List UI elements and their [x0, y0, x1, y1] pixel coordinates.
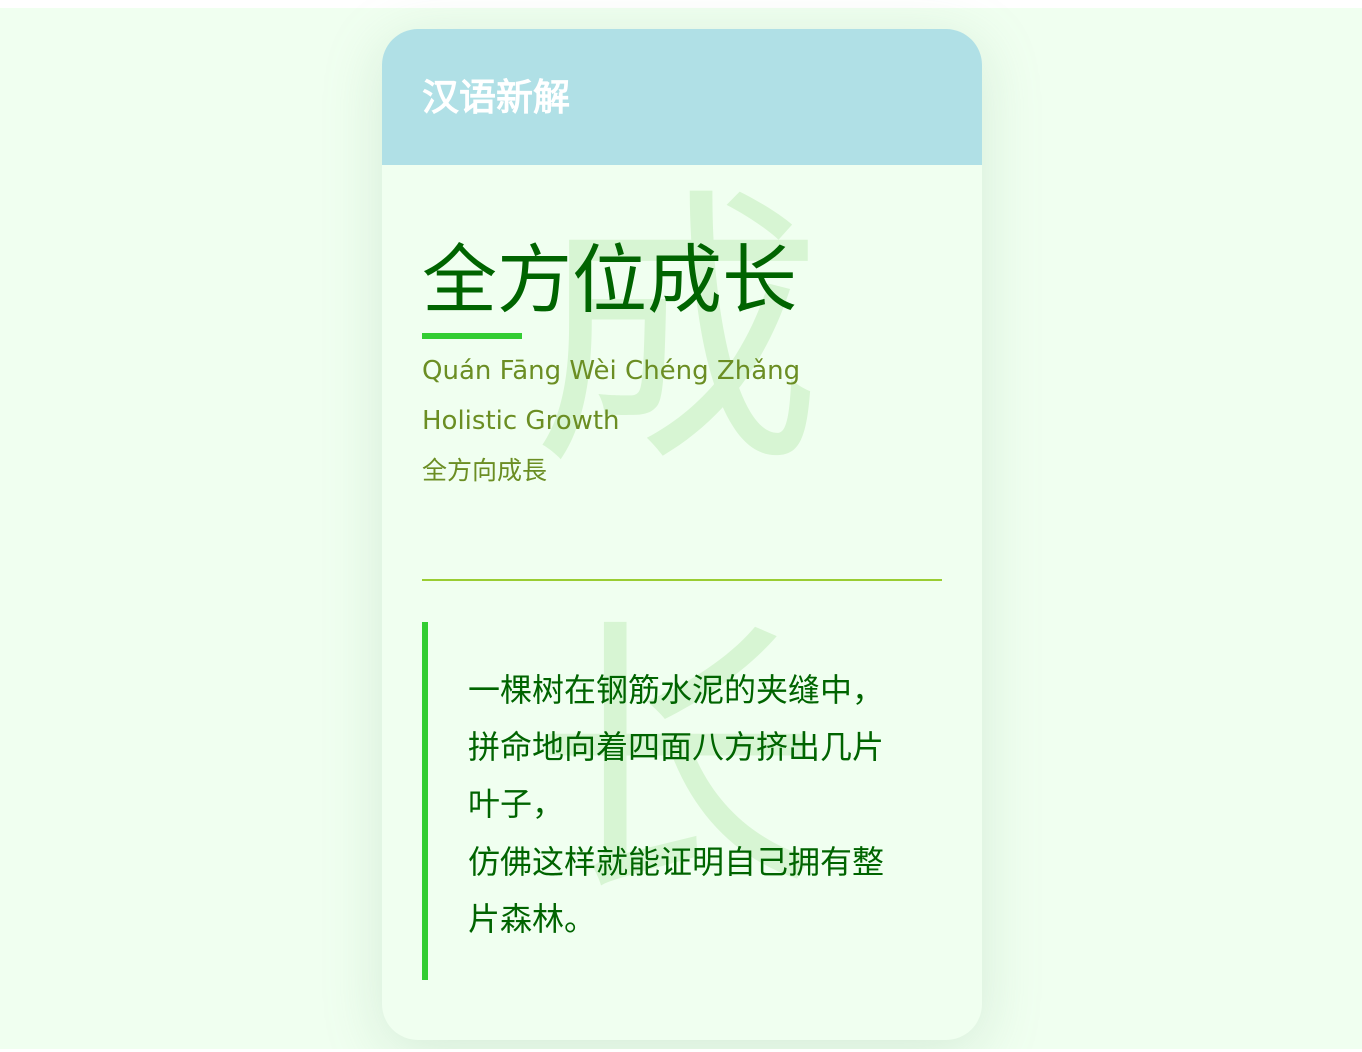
watermark-char-cheng: 成 [532, 166, 822, 503]
card-header: 汉语新解 [382, 29, 982, 165]
title-accent-bar [422, 333, 522, 339]
header-title: 汉语新解 [422, 75, 570, 119]
word-pinyin: Quán Fāng Wèi Chéng Zhǎng [422, 356, 801, 386]
word-title: 全方位成长 [422, 236, 798, 324]
word-card: 成 长 汉语新解 全方位成长 Quán Fāng Wèi Chéng Zhǎng… [382, 29, 982, 1040]
quote-line: 拼命地向着四面八方挤出几片 [468, 728, 885, 766]
word-traditional: 全方向成長 [422, 456, 548, 485]
top-edge-strip [0, 0, 1362, 8]
section-divider [422, 579, 942, 581]
word-english: Holistic Growth [422, 406, 620, 436]
quote-line: 一棵树在钢筋水泥的夹缝中， [468, 671, 885, 709]
quote-line: 片森林。 [468, 900, 597, 938]
quote-block: 一棵树在钢筋水泥的夹缝中， 拼命地向着四面八方挤出几片 叶子， 仿佛这样就能证明… [422, 622, 942, 980]
quote-line: 叶子， [468, 785, 565, 823]
quote-line: 仿佛这样就能证明自己拥有整 [468, 843, 885, 881]
